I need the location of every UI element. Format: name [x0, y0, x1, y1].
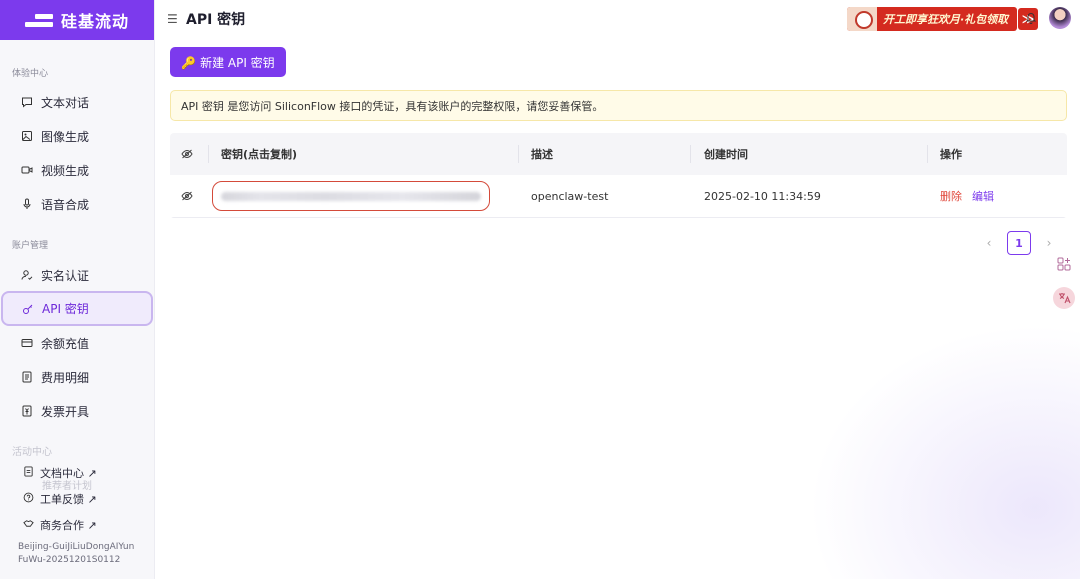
version-line: FuWu-20251201S0112: [18, 555, 121, 565]
column-header-key: 密钥(点击复制): [221, 148, 298, 161]
eye-off-icon[interactable]: [181, 175, 193, 217]
table-row: sk-•••••••••••••••••••••••••••••••••••••…: [170, 175, 1067, 218]
list-icon: [21, 371, 33, 383]
page-title: API 密钥: [186, 12, 246, 28]
sidebar-item-text-chat[interactable]: 文本对话: [0, 86, 155, 118]
column-divider: [208, 145, 209, 163]
footer-link-docs[interactable]: 文档中心 ↗: [23, 465, 97, 481]
pagination: ‹ 1 ›: [981, 231, 1057, 255]
eye-off-icon[interactable]: [181, 133, 193, 175]
column-header-created: 创建时间: [704, 148, 748, 161]
handshake-icon: [23, 518, 34, 532]
doc-icon: [23, 466, 34, 480]
sidebar-item-speech[interactable]: 语音合成: [0, 188, 155, 220]
sidebar-item-label: 实名认证: [41, 268, 90, 283]
next-page-button[interactable]: ›: [1041, 236, 1057, 250]
sidebar: 硅基流动 体验中心 文本对话 图像生成 视频生成 语音合成 账户管理 实名认证: [0, 0, 155, 579]
delete-button[interactable]: 删除: [940, 188, 962, 204]
sidebar-item-billing[interactable]: 费用明细: [0, 361, 155, 393]
apps-add-icon[interactable]: [1053, 253, 1075, 275]
video-icon: [21, 164, 33, 176]
version-text: Beijing-GuiJiLiuDongAIYun FuWu-20251201S…: [18, 541, 134, 567]
logo-text: 硅基流动: [61, 12, 130, 31]
footer-link-business[interactable]: 商务合作 ↗: [23, 517, 97, 533]
sidebar-item-label: 文本对话: [41, 95, 90, 110]
sidebar-item-video-gen[interactable]: 视频生成: [0, 154, 155, 186]
column-header-actions: 操作: [940, 148, 962, 161]
footer-link-tickets[interactable]: 工单反馈 ↗: [23, 491, 97, 507]
section-title-account: 账户管理: [12, 241, 49, 251]
version-line: Beijing-GuiJiLiuDongAIYun: [18, 542, 135, 552]
new-api-key-button[interactable]: 🔑 新建 API 密钥: [170, 47, 286, 77]
chat-icon: [21, 96, 33, 108]
column-divider: [690, 145, 691, 163]
card-icon: [21, 337, 33, 349]
api-key-masked-text: sk-•••••••••••••••••••••••••••••••••••••…: [221, 191, 481, 201]
footer-link-label: 文档中心 ↗: [40, 467, 97, 480]
api-keys-table: 密钥(点击复制) 描述 创建时间 操作 sk-•••••••••••••••••…: [170, 133, 1067, 218]
help-icon: [23, 492, 34, 506]
user-check-icon: [21, 269, 33, 281]
image-icon: [21, 130, 33, 142]
menu-icon[interactable]: ☰: [167, 12, 178, 26]
table-header: 密钥(点击复制) 描述 创建时间 操作: [170, 133, 1067, 175]
sidebar-item-label: 语音合成: [41, 197, 90, 212]
bell-icon[interactable]: [1025, 11, 1037, 27]
sidebar-item-invoice[interactable]: 发票开具: [0, 395, 155, 427]
sidebar-item-label: 费用明细: [41, 370, 90, 385]
mic-icon: [21, 198, 33, 210]
key-created-time: 2025-02-10 11:34:59: [704, 189, 821, 203]
main-content: 🔑 新建 API 密钥 API 密钥 是您访问 SiliconFlow 接口的凭…: [155, 38, 1080, 579]
avatar[interactable]: [1049, 7, 1071, 29]
api-key-value[interactable]: sk-•••••••••••••••••••••••••••••••••••••…: [212, 181, 490, 211]
sidebar-item-image-gen[interactable]: 图像生成: [0, 120, 155, 152]
sidebar-item-label: 余额充值: [41, 336, 90, 351]
sidebar-item-label: API 密钥: [42, 302, 89, 316]
mascot-icon: [847, 7, 877, 31]
column-header-description: 描述: [531, 148, 553, 161]
section-title-experience: 体验中心: [12, 69, 49, 79]
footer-link-label: 工单反馈 ↗: [40, 493, 97, 506]
promo-text: 开工即享狂欢月·礼包领取: [883, 13, 1009, 26]
logo[interactable]: 硅基流动: [0, 0, 154, 40]
promo-banner[interactable]: 开工即享狂欢月·礼包领取: [847, 7, 1017, 31]
sidebar-item-label: 视频生成: [41, 163, 90, 178]
sidebar-item-verification[interactable]: 实名认证: [0, 259, 155, 291]
translate-icon[interactable]: [1053, 287, 1075, 309]
sidebar-item-api-keys[interactable]: API 密钥: [1, 291, 153, 326]
invoice-icon: [21, 405, 33, 417]
faded-section-title: 活动中心: [12, 447, 52, 458]
prev-page-button[interactable]: ‹: [981, 236, 997, 250]
key-description: openclaw-test: [531, 189, 609, 203]
sidebar-item-label: 发票开具: [41, 404, 90, 419]
logo-icon: [25, 13, 53, 27]
edit-button[interactable]: 编辑: [972, 188, 994, 204]
footer-link-label: 商务合作 ↗: [40, 519, 97, 532]
column-divider: [927, 145, 928, 163]
top-bar: ☰ API 密钥 开工即享狂欢月·礼包领取 ≫: [155, 0, 1080, 38]
sidebar-item-label: 图像生成: [41, 129, 90, 144]
notice-banner: API 密钥 是您访问 SiliconFlow 接口的凭证，具有该账户的完整权限…: [170, 90, 1067, 121]
page-number-current[interactable]: 1: [1007, 231, 1031, 255]
column-divider: [518, 145, 519, 163]
key-icon: [22, 303, 34, 315]
sidebar-item-recharge[interactable]: 余额充值: [0, 327, 155, 359]
